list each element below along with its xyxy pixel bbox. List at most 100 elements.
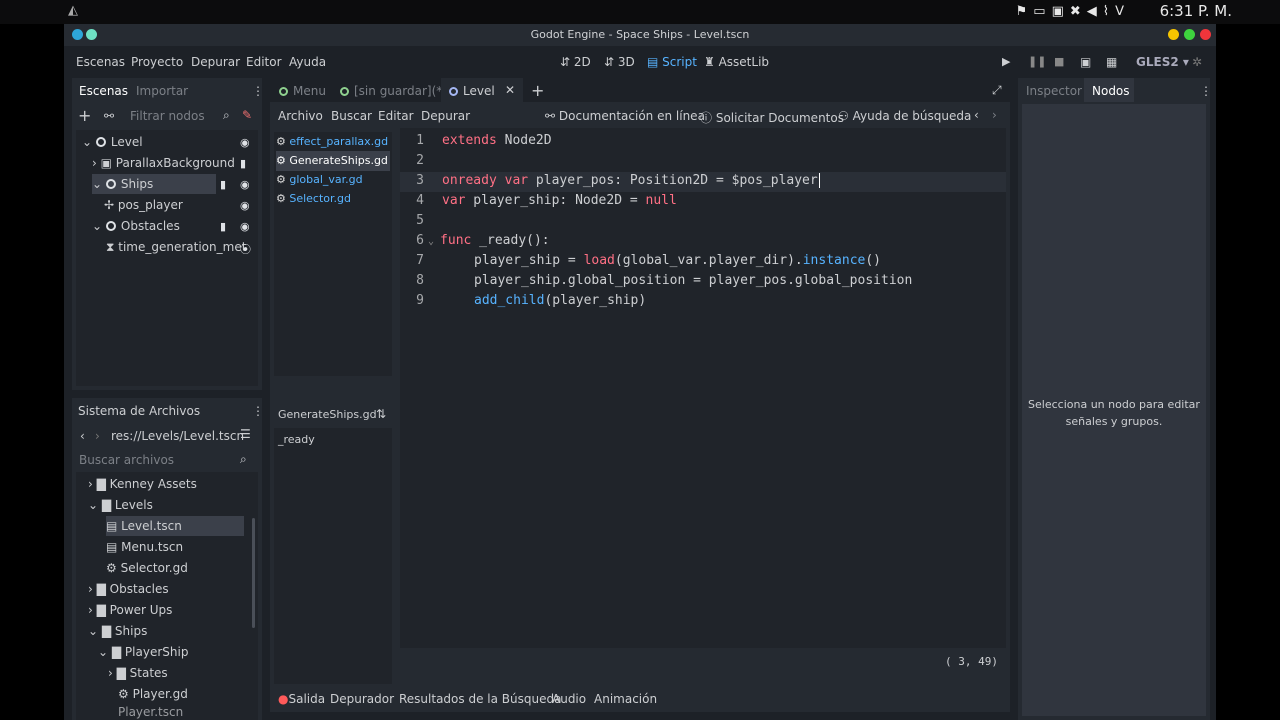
path-field[interactable]: res://Levels/Level.tscn bbox=[111, 429, 244, 443]
tab-importar[interactable]: Importar bbox=[136, 84, 188, 98]
workspace-3d-button[interactable]: ⇵ 3D bbox=[604, 55, 635, 69]
distraction-free-icon[interactable]: ⤢ bbox=[992, 83, 1002, 98]
request-docs-button[interactable]: ⓘ Solicitar Documentos bbox=[700, 109, 844, 126]
system-tray-icons[interactable]: ⚑▭▣✖◀⌇ᐯ bbox=[1016, 4, 1130, 19]
menu-depurar[interactable]: Depurar bbox=[191, 55, 240, 69]
tree-node-level[interactable]: ⌄ Level bbox=[82, 132, 143, 152]
add-node-button[interactable]: + bbox=[78, 106, 91, 125]
split-view-icon[interactable]: ☰ bbox=[240, 427, 251, 441]
script-icon[interactable]: ▮ bbox=[220, 178, 226, 191]
file-item[interactable]: ▤ Menu.tscn bbox=[106, 537, 183, 557]
tree-node-obstacles[interactable]: ⌄ Obstacles bbox=[92, 216, 180, 236]
minimize-button[interactable] bbox=[1168, 29, 1179, 40]
script-icon: ▤ bbox=[647, 55, 663, 69]
renderer-select[interactable]: GLES2 ▾ bbox=[1136, 55, 1189, 69]
tree-node-ships[interactable]: ⌄ Ships bbox=[92, 174, 216, 194]
bottom-tab-depurador[interactable]: Depurador bbox=[330, 692, 394, 706]
tab-scene-level[interactable]: Level ✕ bbox=[441, 78, 523, 102]
visibility-icon[interactable]: ◉ bbox=[240, 178, 250, 191]
file-item[interactable]: ⌄ ▇ Ships bbox=[88, 621, 147, 641]
script-menu-depurar[interactable]: Depurar bbox=[421, 109, 470, 123]
script-list-item[interactable]: ⚙ GenerateShips.gd bbox=[276, 151, 390, 171]
bottom-tab-animacion[interactable]: Animación bbox=[594, 692, 657, 706]
script-attach-icon[interactable]: ✎ bbox=[242, 108, 252, 122]
godot-editor-window: Godot Engine - Space Ships - Level.tscn … bbox=[64, 24, 1216, 720]
file-item[interactable]: ⌄ ▇ PlayerShip bbox=[98, 642, 188, 662]
file-item[interactable]: ⚙ Player.gd bbox=[118, 684, 188, 704]
search-files-input[interactable]: Buscar archivos bbox=[79, 453, 174, 467]
close-tab-icon[interactable]: ✕ bbox=[505, 83, 515, 97]
script-list-item[interactable]: ⚙ global_var.gd bbox=[276, 170, 363, 190]
scene-file-icon: ▤ bbox=[106, 540, 122, 554]
signal-icon[interactable]: ⦿ bbox=[240, 241, 251, 257]
script-list-item[interactable]: ⚙ Selector.gd bbox=[276, 189, 351, 209]
file-item[interactable]: › ▇ Kenney Assets bbox=[88, 474, 197, 494]
tree-node-parallax[interactable]: › ▣ ParallaxBackground bbox=[92, 153, 235, 173]
script-menu-editar[interactable]: Editar bbox=[378, 109, 414, 123]
online-docs-button[interactable]: ⚯ Documentación en línea bbox=[545, 109, 705, 123]
file-item[interactable]: Player.tscn bbox=[118, 705, 183, 719]
tab-scene-menu[interactable]: Menu bbox=[279, 84, 326, 98]
window-shade-icon[interactable] bbox=[86, 29, 97, 40]
play-scene-button[interactable]: ▣ bbox=[1080, 55, 1091, 69]
dock-menu-icon[interactable]: ⋮ bbox=[252, 84, 264, 98]
workspace-2d-button[interactable]: ⇵ 2D bbox=[560, 55, 591, 69]
visibility-icon[interactable]: ◉ bbox=[240, 220, 250, 233]
tab-escenas[interactable]: Escenas bbox=[79, 84, 128, 98]
tab-inspector[interactable]: Inspector bbox=[1026, 84, 1082, 98]
filesystem-dock: Sistema de Archivos ⋮ ‹ › res://Levels/L… bbox=[72, 398, 264, 720]
filter-nodes-input[interactable]: Filtrar nodos bbox=[130, 109, 205, 123]
gear-icon: ⚙ bbox=[276, 192, 290, 205]
tree-node-pos-player[interactable]: ✢ pos_player bbox=[104, 195, 183, 215]
back-icon[interactable]: ‹ bbox=[80, 429, 85, 443]
script-list-item[interactable]: ⚙ effect_parallax.gd bbox=[276, 132, 388, 152]
file-item[interactable]: ▤ Level.tscn bbox=[106, 516, 244, 536]
method-item[interactable]: _ready bbox=[278, 430, 315, 450]
sort-icon[interactable]: ⇅ bbox=[376, 407, 386, 421]
workspace-assetlib-button[interactable]: ♜ AssetLib bbox=[704, 55, 769, 69]
tab-nodos[interactable]: Nodos bbox=[1092, 84, 1130, 98]
tab-scene-unsaved[interactable]: [sin guardar](*) bbox=[340, 84, 447, 98]
script-menu-buscar[interactable]: Buscar bbox=[331, 109, 372, 123]
folder-icon: ▇ bbox=[116, 666, 130, 680]
scrollbar[interactable] bbox=[252, 518, 255, 628]
bottom-tab-salida[interactable]: ●Salida bbox=[278, 692, 325, 706]
window-pin-icon[interactable] bbox=[72, 29, 83, 40]
bottom-tab-audio[interactable]: Audio bbox=[552, 692, 586, 706]
menu-editor[interactable]: Editor bbox=[246, 55, 282, 69]
workspace-script-button[interactable]: ▤ Script bbox=[647, 55, 697, 69]
close-button[interactable] bbox=[1200, 29, 1211, 40]
menu-escenas[interactable]: Escenas bbox=[76, 55, 125, 69]
pause-button[interactable]: ❚❚ bbox=[1028, 55, 1046, 68]
app-launcher-icon[interactable]: ◭ bbox=[68, 3, 78, 18]
add-tab-button[interactable]: + bbox=[531, 81, 544, 100]
next-script-icon[interactable]: › bbox=[992, 108, 997, 122]
dock-menu-icon[interactable]: ⋮ bbox=[252, 404, 264, 418]
code-editor[interactable] bbox=[400, 128, 1006, 648]
menu-ayuda[interactable]: Ayuda bbox=[289, 55, 326, 69]
file-item[interactable]: ⌄ ▇ Levels bbox=[88, 495, 153, 515]
play-custom-scene-button[interactable]: ▦ bbox=[1106, 55, 1117, 69]
script-icon[interactable]: ▮ bbox=[240, 157, 246, 170]
file-item[interactable]: › ▇ States bbox=[108, 663, 168, 683]
search-help-button[interactable]: ⚇ Ayuda de búsqueda bbox=[838, 109, 971, 123]
tree-node-timer[interactable]: ⧗ time_generation_met bbox=[106, 237, 246, 257]
script-menu-archivo[interactable]: Archivo bbox=[278, 109, 323, 123]
file-item[interactable]: ⚙ Selector.gd bbox=[106, 558, 188, 578]
stop-button[interactable]: ■ bbox=[1054, 55, 1064, 68]
file-item[interactable]: › ▇ Obstacles bbox=[88, 579, 169, 599]
visibility-icon[interactable]: ◉ bbox=[240, 136, 250, 149]
file-item[interactable]: › ▇ Power Ups bbox=[88, 600, 172, 620]
prev-script-icon[interactable]: ‹ bbox=[974, 108, 979, 122]
script-icon[interactable]: ▮ bbox=[220, 220, 226, 233]
file-tree: › ▇ Kenney Assets ⌄ ▇ Levels ▤ Level.tsc… bbox=[76, 472, 258, 720]
menu-proyecto[interactable]: Proyecto bbox=[131, 55, 183, 69]
dock-menu-icon[interactable]: ⋮ bbox=[1200, 84, 1212, 98]
forward-icon[interactable]: › bbox=[95, 429, 100, 443]
link-icon[interactable]: ⚯ bbox=[104, 109, 114, 123]
play-button[interactable]: ▶ bbox=[1002, 55, 1010, 68]
info-icon: ⓘ bbox=[700, 111, 713, 125]
maximize-button[interactable] bbox=[1184, 29, 1195, 40]
visibility-icon[interactable]: ◉ bbox=[240, 199, 250, 212]
bottom-tab-resultados[interactable]: Resultados de la Búsqueda bbox=[399, 692, 561, 706]
